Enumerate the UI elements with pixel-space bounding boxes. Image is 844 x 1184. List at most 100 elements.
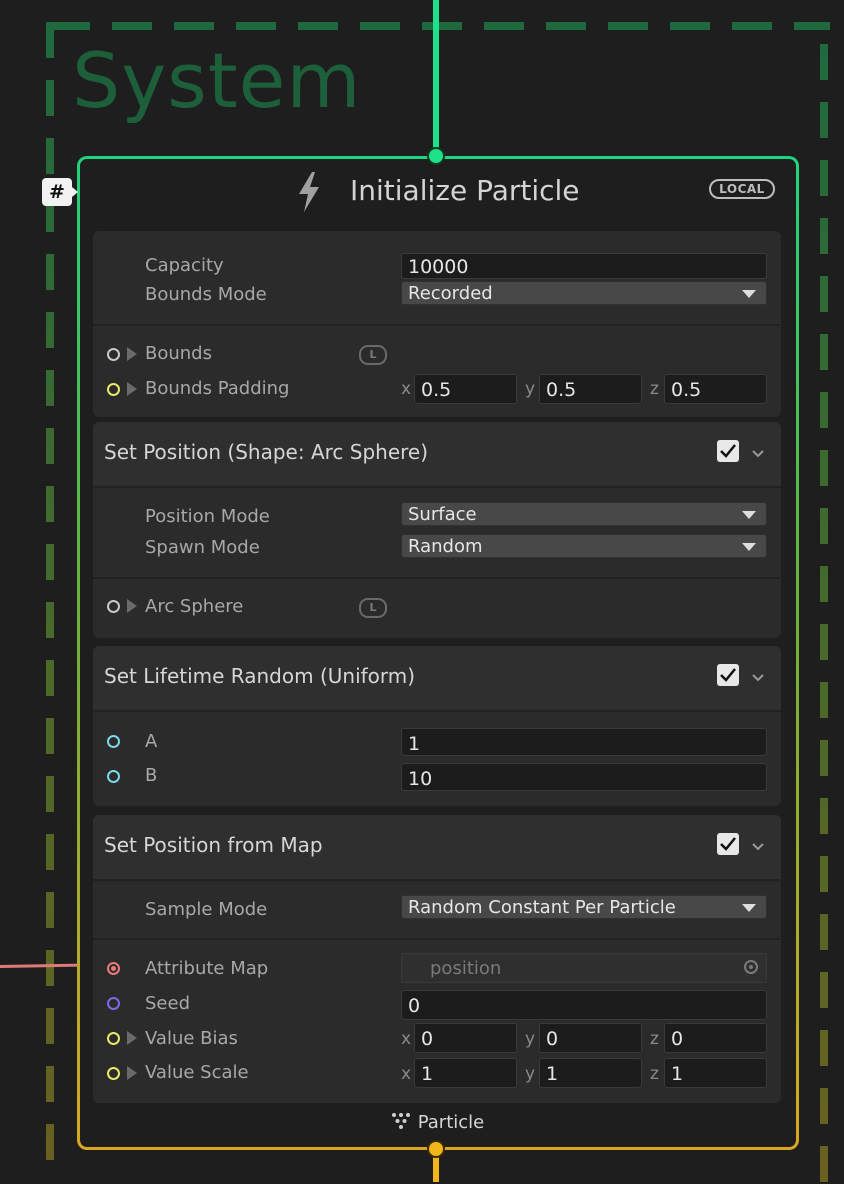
block-set-position-arc-sphere[interactable]: Set Position (Shape: Arc Sphere) Positio…	[93, 422, 781, 638]
a-port[interactable]	[107, 735, 120, 748]
value-bias-label: Value Bias	[145, 1028, 238, 1049]
block-enable-checkbox[interactable]	[717, 664, 739, 686]
attribute-map-port[interactable]	[107, 962, 120, 975]
context-output-type: Particle	[417, 1112, 485, 1133]
axis-x-label: x	[401, 1064, 412, 1084]
bounds-mode-label: Bounds Mode	[145, 284, 267, 305]
block-title: Set Position from Map	[104, 833, 323, 857]
chevron-down-icon[interactable]	[751, 837, 765, 856]
context-settings-block: Capacity 10000 Bounds Mode Recorded Boun…	[93, 231, 781, 417]
system-title[interactable]: System	[72, 36, 361, 125]
capacity-label: Capacity	[145, 255, 224, 276]
checkmark-icon	[720, 668, 736, 682]
checkmark-icon	[720, 837, 736, 851]
axis-x-label: x	[401, 379, 412, 399]
chevron-down-icon[interactable]	[751, 444, 765, 463]
expand-triangle-icon[interactable]	[127, 1066, 137, 1080]
bounds-padding-label: Bounds Padding	[145, 378, 290, 399]
position-mode-value: Surface	[408, 504, 477, 525]
bounds-mode-dropdown[interactable]: Recorded	[401, 281, 767, 305]
system-frame-right	[820, 44, 828, 1184]
position-mode-dropdown[interactable]: Surface	[401, 502, 767, 526]
block-set-position-from-map[interactable]: Set Position from Map Sample Mode Random…	[93, 815, 781, 1103]
arc-sphere-port[interactable]	[107, 600, 120, 613]
axis-y-label: y	[525, 379, 536, 399]
spawn-mode-dropdown[interactable]: Random	[401, 534, 767, 558]
divider	[93, 324, 781, 326]
space-local-badge[interactable]: LOCAL	[709, 179, 775, 199]
b-label: B	[145, 765, 158, 786]
block-header[interactable]: Set Position from Map	[93, 815, 781, 881]
value-scale-label: Value Scale	[145, 1062, 249, 1083]
flow-input-port[interactable]	[427, 147, 445, 165]
axis-z-label: z	[650, 379, 659, 399]
system-frame-top	[50, 22, 830, 30]
bounds-padding-x-field[interactable]: 0.5	[414, 374, 517, 404]
capacity-field[interactable]: 10000	[401, 253, 767, 279]
value-bias-y-field[interactable]: 0	[539, 1023, 642, 1053]
bounds-padding-y-field[interactable]: 0.5	[539, 374, 642, 404]
axis-z-label: z	[650, 1029, 659, 1049]
value-scale-port[interactable]	[107, 1067, 120, 1080]
local-space-icon[interactable]: L	[359, 598, 387, 618]
block-enable-checkbox[interactable]	[717, 833, 739, 855]
flow-input-wire[interactable]	[433, 0, 439, 156]
block-header[interactable]: Set Lifetime Random (Uniform)	[93, 646, 781, 712]
context-settings-badge[interactable]: #	[42, 178, 78, 206]
sample-mode-dropdown[interactable]: Random Constant Per Particle	[401, 895, 767, 919]
arc-sphere-label: Arc Sphere	[145, 596, 244, 617]
axis-y-label: y	[525, 1029, 536, 1049]
position-mode-label: Position Mode	[145, 506, 270, 527]
seed-field[interactable]: 0	[401, 990, 767, 1020]
bounds-padding-port[interactable]	[107, 383, 120, 396]
b-field[interactable]: 10	[401, 763, 767, 791]
block-title: Set Position (Shape: Arc Sphere)	[104, 440, 429, 464]
block-title: Set Lifetime Random (Uniform)	[104, 664, 416, 688]
seed-port[interactable]	[107, 997, 120, 1010]
sample-mode-value: Random Constant Per Particle	[408, 897, 676, 918]
attribute-map-field[interactable]: position	[401, 953, 767, 983]
value-scale-x-field[interactable]: 1	[414, 1058, 517, 1088]
block-header[interactable]: Set Position (Shape: Arc Sphere)	[93, 422, 781, 488]
divider	[93, 938, 781, 940]
context-output-label: Particle	[390, 1112, 484, 1133]
divider	[93, 577, 781, 579]
checkmark-icon	[720, 444, 736, 458]
dropdown-arrow-icon	[742, 904, 756, 912]
a-field[interactable]: 1	[401, 728, 767, 756]
expand-triangle-icon[interactable]	[127, 382, 137, 396]
expand-triangle-icon[interactable]	[127, 1031, 137, 1045]
dropdown-arrow-icon	[742, 543, 756, 551]
expand-triangle-icon[interactable]	[127, 599, 137, 613]
bounds-padding-z-field[interactable]: 0.5	[664, 374, 767, 404]
spawn-mode-label: Spawn Mode	[145, 537, 260, 558]
seed-label: Seed	[145, 993, 190, 1014]
value-bias-x-field[interactable]: 0	[414, 1023, 517, 1053]
axis-y-label: y	[525, 1064, 536, 1084]
value-scale-z-field[interactable]: 1	[664, 1058, 767, 1088]
dropdown-arrow-icon	[742, 290, 756, 298]
local-space-icon[interactable]: L	[359, 345, 387, 365]
dropdown-arrow-icon	[742, 511, 756, 519]
attribute-map-value: position	[430, 958, 502, 979]
chevron-down-icon[interactable]	[751, 668, 765, 687]
bounds-label: Bounds	[145, 343, 212, 364]
context-title: Initialize Particle	[350, 174, 580, 207]
sample-mode-label: Sample Mode	[145, 899, 268, 920]
lightning-icon	[295, 170, 323, 218]
attribute-map-label: Attribute Map	[145, 958, 269, 979]
b-port[interactable]	[107, 770, 120, 783]
bounds-mode-value: Recorded	[408, 283, 493, 304]
attribute-map-wire[interactable]	[0, 963, 81, 968]
block-set-lifetime-random[interactable]: Set Lifetime Random (Uniform) A 1 B 10	[93, 646, 781, 806]
axis-z-label: z	[650, 1064, 659, 1084]
flow-output-port[interactable]	[427, 1140, 445, 1158]
block-enable-checkbox[interactable]	[717, 440, 739, 462]
value-scale-y-field[interactable]: 1	[539, 1058, 642, 1088]
a-label: A	[145, 731, 158, 752]
object-picker-icon[interactable]	[744, 960, 758, 974]
bounds-port[interactable]	[107, 348, 120, 361]
value-bias-port[interactable]	[107, 1032, 120, 1045]
expand-triangle-icon[interactable]	[127, 347, 137, 361]
value-bias-z-field[interactable]: 0	[664, 1023, 767, 1053]
